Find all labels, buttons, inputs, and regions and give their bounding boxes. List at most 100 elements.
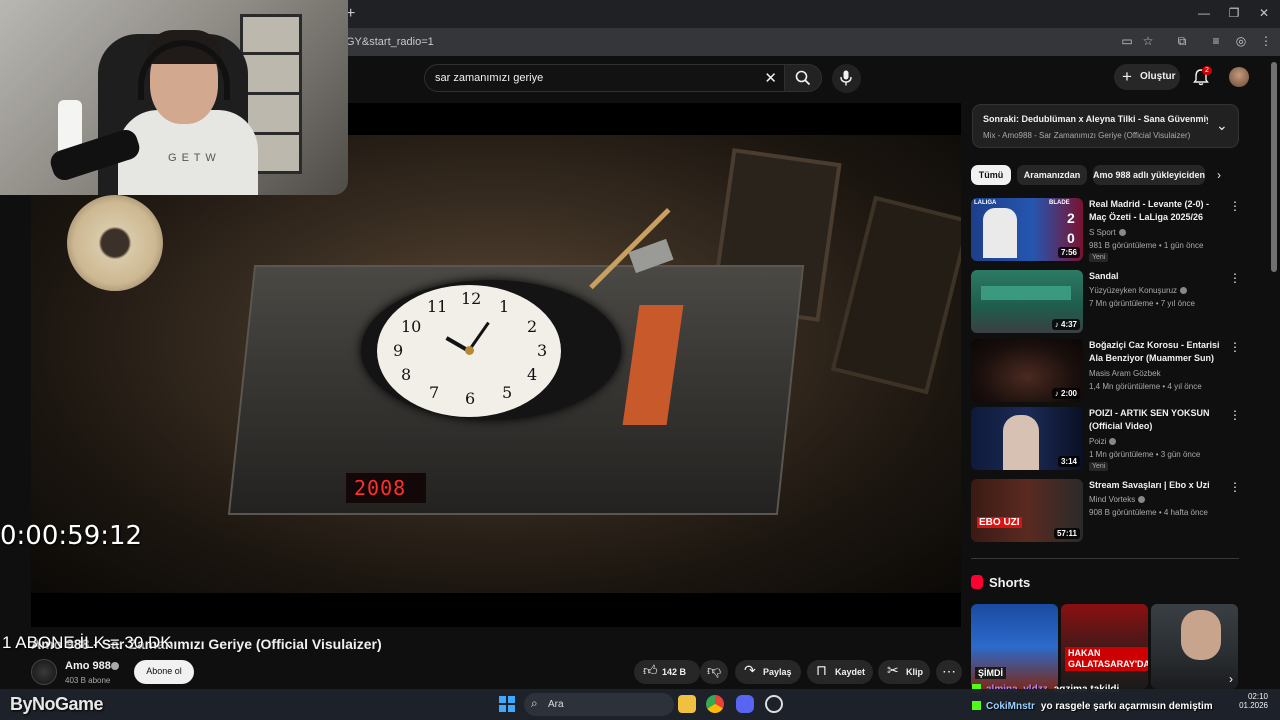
app-icon[interactable] (765, 695, 783, 713)
short-item[interactable]: ŞİMDİ (971, 604, 1058, 689)
chip-all[interactable]: Tümü (971, 165, 1011, 185)
dislike-button[interactable]: 👎︎ (700, 660, 728, 684)
video-thumbnail[interactable]: ♪ 2:00 (971, 339, 1083, 402)
short-caption: ŞİMDİ (975, 667, 1007, 679)
clock-number: 6 (465, 389, 476, 408)
kebab-icon[interactable]: ⋮ (1258, 34, 1274, 48)
subathon-goal-text: 1 ABONE İLK = 30 DK (2, 633, 172, 652)
video-thumbnail[interactable]: LALIGA BLADE 2 0 7:56 (971, 198, 1083, 261)
video-thumbnail[interactable]: ♪ 4:37 (971, 270, 1083, 333)
save-button[interactable]: ⊓ Kaydet (807, 660, 873, 684)
clock-number: 4 (527, 365, 538, 384)
recommendation-item[interactable]: LALIGA BLADE 2 0 7:56 Real Madrid - Leva… (971, 198, 1241, 262)
channel-label: Poizi (1089, 437, 1107, 446)
chip-from-uploader[interactable]: Amo 988 adlı yükleyiciden (1093, 165, 1205, 185)
star-icon[interactable]: ☆ (1140, 34, 1156, 48)
subscribe-button[interactable]: Abone ol (134, 660, 194, 684)
extensions-icon[interactable]: ⧉ (1174, 34, 1190, 49)
recommendation-item[interactable]: EBO UZI 57:11 Stream Savaşları | Ebo x U… (971, 479, 1241, 543)
recommendation-title[interactable]: Stream Savaşları | Ebo x Uzi (1089, 479, 1227, 492)
league-logo-text: LALIGA (974, 200, 997, 206)
search-icon (795, 70, 811, 86)
recommendation-channel[interactable]: Masis Aram Gözbek (1089, 369, 1161, 378)
channel-avatar[interactable] (31, 659, 57, 685)
recommendation-meta: 981 B görüntüleme • 1 gün önce (1089, 241, 1204, 250)
recommendation-title[interactable]: POIZI - ARTIK SEN YOKSUN (Official Video… (1089, 407, 1227, 433)
chevron-right-icon[interactable]: › (1217, 168, 1221, 182)
clock-face: 12 1 2 3 4 5 6 7 8 9 10 11 (377, 285, 561, 417)
short-caption: HAKAN GALATASARAY'DA (1065, 647, 1148, 671)
close-icon[interactable]: ✕ (1256, 6, 1272, 20)
new-badge: Yeni (1089, 253, 1109, 262)
playlist-icon[interactable]: ≡ (1208, 34, 1224, 48)
recommendation-channel[interactable]: S Sport (1089, 228, 1126, 237)
recommendation-item[interactable]: 3:14 POIZI - ARTIK SEN YOKSUN (Official … (971, 407, 1241, 471)
video-thumbnail[interactable]: EBO UZI 57:11 (971, 479, 1083, 542)
recommendation-channel[interactable]: Mind Vorteks (1089, 495, 1146, 504)
clock-number: 2 (527, 317, 538, 336)
thumb-text: EBO UZI (977, 517, 1022, 528)
score-home: 2 (1067, 210, 1075, 226)
account-avatar[interactable] (1229, 67, 1249, 87)
search-button[interactable] (784, 64, 822, 92)
recommendation-title[interactable]: Sandal (1089, 270, 1227, 283)
kebab-icon[interactable]: ⋮ (1229, 340, 1241, 354)
search-query[interactable]: sar zamanımızı geriye (435, 72, 543, 84)
notification-badge: 2 (1202, 66, 1212, 75)
clock-time: 02:10 (1247, 692, 1268, 701)
clock-center (465, 346, 474, 355)
search-input[interactable]: sar zamanımızı geriye ✕ (424, 64, 786, 92)
cast-icon[interactable]: ▭ (1119, 34, 1135, 48)
url-text[interactable]: GY&start_radio=1 (346, 36, 434, 48)
recommendation-channel[interactable]: Yüzyüzeyken Konuşuruz (1089, 286, 1188, 295)
chrome-icon[interactable] (706, 695, 724, 713)
share-label: Paylaş (763, 667, 792, 677)
profile-icon[interactable]: ◎ (1233, 34, 1249, 48)
thumbs-down-icon: 👎︎ (707, 662, 722, 678)
chevron-down-icon[interactable]: ⌄ (1216, 117, 1228, 134)
subscriber-count: 403 B abone (65, 676, 111, 685)
verified-icon (1109, 438, 1117, 446)
more-actions-button[interactable]: ⋯ (936, 660, 962, 684)
search-icon: ⌕ (531, 696, 538, 710)
maximize-icon[interactable]: ❐ (1226, 6, 1242, 20)
clock-number: 5 (502, 383, 513, 402)
voice-search-button[interactable] (832, 64, 861, 93)
clip-button[interactable]: ✂ Klip (878, 660, 930, 684)
chip-from-search[interactable]: Aramanızdan (1017, 165, 1087, 185)
short-item[interactable]: › (1151, 604, 1238, 689)
recommendation-item[interactable]: ♪ 4:37 Sandal Yüzyüzeyken Konuşuruz 7 Mn… (971, 270, 1241, 334)
kebab-icon[interactable]: ⋮ (1229, 271, 1241, 285)
windows-start-icon[interactable] (499, 696, 515, 712)
file-explorer-icon[interactable] (678, 695, 696, 713)
video-thumbnail[interactable]: 3:14 (971, 407, 1083, 470)
short-item[interactable]: HAKAN GALATASARAY'DA (1061, 604, 1148, 689)
verified-icon (1118, 229, 1126, 237)
taskbar-search[interactable]: ⌕ Ara (524, 693, 674, 716)
channel-label: Mind Vorteks (1089, 495, 1136, 504)
clock-number: 7 (429, 383, 440, 402)
clear-icon[interactable]: ✕ (764, 69, 777, 87)
kebab-icon[interactable]: ⋮ (1229, 408, 1241, 422)
duration-badge: ♪ 2:00 (1051, 388, 1080, 399)
kebab-icon[interactable]: ⋮ (1229, 199, 1241, 213)
channel-name[interactable]: Amo 988 (65, 660, 111, 672)
up-next-card[interactable]: Sonraki: Dedublüman x Aleyna Tilki - San… (972, 104, 1239, 148)
kebab-icon[interactable]: ⋮ (1229, 480, 1241, 494)
page-scrollbar[interactable] (1271, 62, 1277, 272)
discord-icon[interactable] (736, 695, 754, 713)
share-button[interactable]: ↷ Paylaş (735, 660, 801, 684)
duration-badge: 7:56 (1057, 247, 1080, 258)
taskbar-search-label: Ara (548, 699, 564, 710)
like-button[interactable]: 👍︎ 142 B (634, 660, 700, 684)
verified-icon (1180, 287, 1188, 295)
recommendation-title[interactable]: Boğaziçi Caz Korosu - Entarisi Ala Benzi… (1089, 339, 1227, 365)
recommendation-item[interactable]: ♪ 2:00 Boğaziçi Caz Korosu - Entarisi Al… (971, 339, 1241, 403)
recommendation-title[interactable]: Real Madrid - Levante (2-0) - Maç Özeti … (1089, 198, 1227, 224)
clock-number: 12 (461, 289, 482, 308)
notifications-button[interactable]: 2 (1190, 66, 1214, 90)
bookmark-icon: ⊓ (816, 662, 827, 678)
create-button[interactable]: + Oluştur (1114, 64, 1180, 90)
recommendation-channel[interactable]: Poizi (1089, 437, 1117, 446)
minimize-icon[interactable]: — (1196, 6, 1212, 20)
